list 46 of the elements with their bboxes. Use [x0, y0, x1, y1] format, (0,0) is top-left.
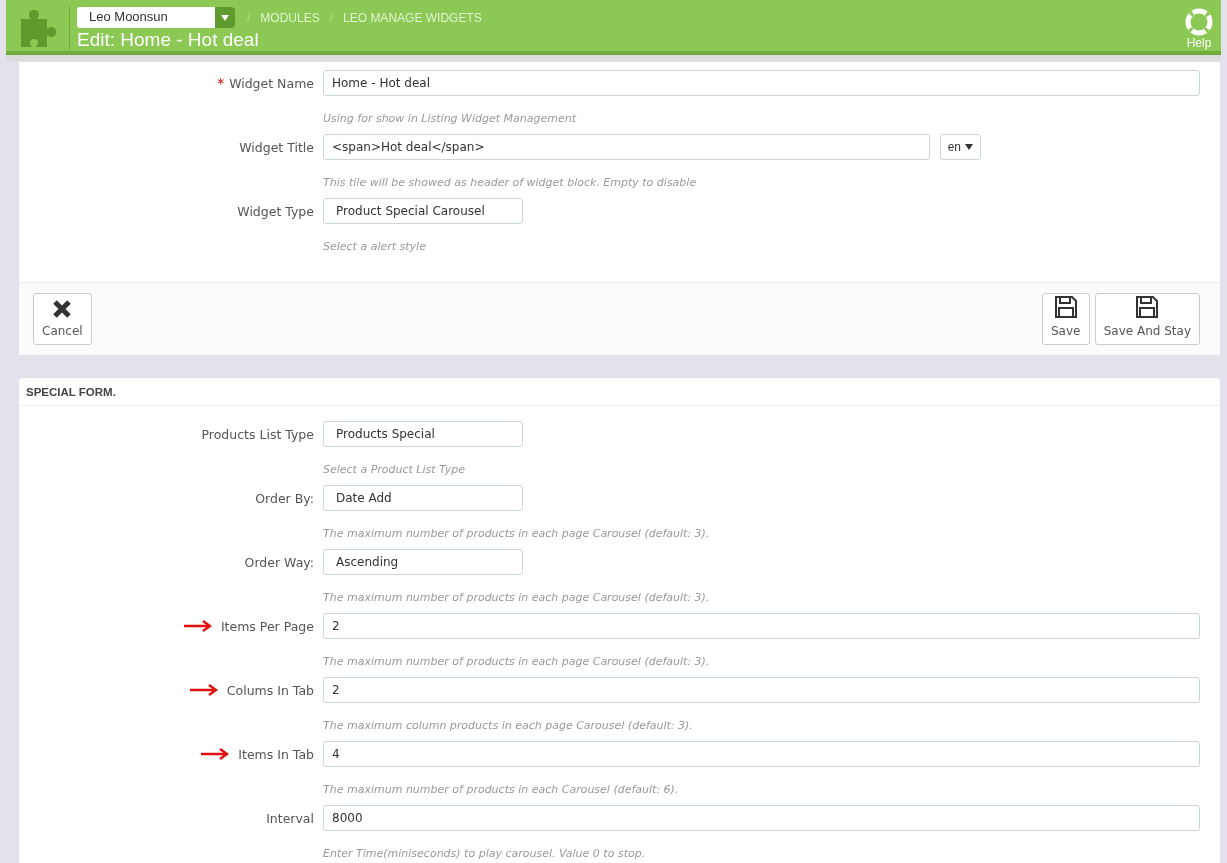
field-hint: Using for show in Listing Widget Management	[323, 112, 578, 127]
save-button[interactable]: Save	[1041, 293, 1090, 345]
breadcrumb-separator: /	[247, 10, 251, 25]
field-hint: The maximum column products in each page Carousel (default: 3).	[323, 719, 694, 734]
section-title: SPECIAL FORM.	[19, 378, 1220, 406]
field-hint: The maximum number of products in each page Carousel (default: 3).	[323, 655, 711, 670]
dropdown[interactable]: Date Add	[323, 485, 523, 511]
field-label: Order By:	[255, 490, 314, 506]
shop-selector[interactable]: Leo Moonsun	[77, 7, 235, 28]
field-label: Products List Type	[201, 426, 314, 442]
caret-icon	[965, 144, 973, 150]
save-icon	[1135, 295, 1160, 319]
language-dropdown[interactable]: en	[939, 134, 981, 160]
text-input[interactable]: <span>Hot deal</span>	[323, 134, 930, 160]
caret-icon	[221, 14, 229, 21]
text-input[interactable]: Home - Hot deal	[323, 70, 1200, 96]
breadcrumb-separator: /	[329, 10, 334, 25]
save-button[interactable]: Save And Stay	[1094, 293, 1200, 345]
field-hint: This tile will be showed as header of widget block. Empty to disable	[323, 176, 698, 191]
field-hint: Select a Product List Type	[323, 463, 467, 478]
field-hint: The maximum number of products in each Carousel (default: 6).	[323, 783, 680, 798]
field-label: Widget Name	[229, 75, 314, 91]
close-icon	[52, 299, 73, 319]
save-icon	[1053, 295, 1078, 319]
dropdown[interactable]: Product Special Carousel	[323, 198, 523, 224]
text-input[interactable]: 2	[323, 677, 1200, 703]
field-label: Items Per Page	[220, 618, 314, 634]
field-label: Interval	[266, 810, 314, 826]
field-hint: The maximum number of products in each page Carousel (default: 3).	[323, 591, 711, 606]
field-hint: Enter Time(miniseconds) to play carousel. Value 0 to stop.	[323, 847, 647, 862]
cancel-button[interactable]: Cancel	[33, 293, 92, 345]
dropdown[interactable]: Ascending	[323, 549, 523, 575]
field-label: Colums In Tab	[226, 682, 314, 698]
field-hint: Select a alert style	[323, 240, 427, 255]
field-label: Items In Tab	[238, 746, 314, 762]
field-label: Widget Type	[237, 203, 314, 219]
text-input[interactable]: 8000	[323, 805, 1200, 831]
field-label: Widget Title	[239, 139, 314, 155]
page-title: Edit: Home - Hot deal	[77, 29, 260, 51]
field-label: Order Way:	[244, 554, 314, 570]
text-input[interactable]: 2	[323, 613, 1200, 639]
text-input[interactable]: 4	[323, 741, 1200, 767]
field-hint: The maximum number of products in each page Carousel (default: 3).	[323, 527, 711, 542]
lifebuoy-icon	[1185, 8, 1213, 36]
dropdown[interactable]: Products Special	[323, 421, 523, 447]
required-asterisk: *	[217, 75, 225, 91]
